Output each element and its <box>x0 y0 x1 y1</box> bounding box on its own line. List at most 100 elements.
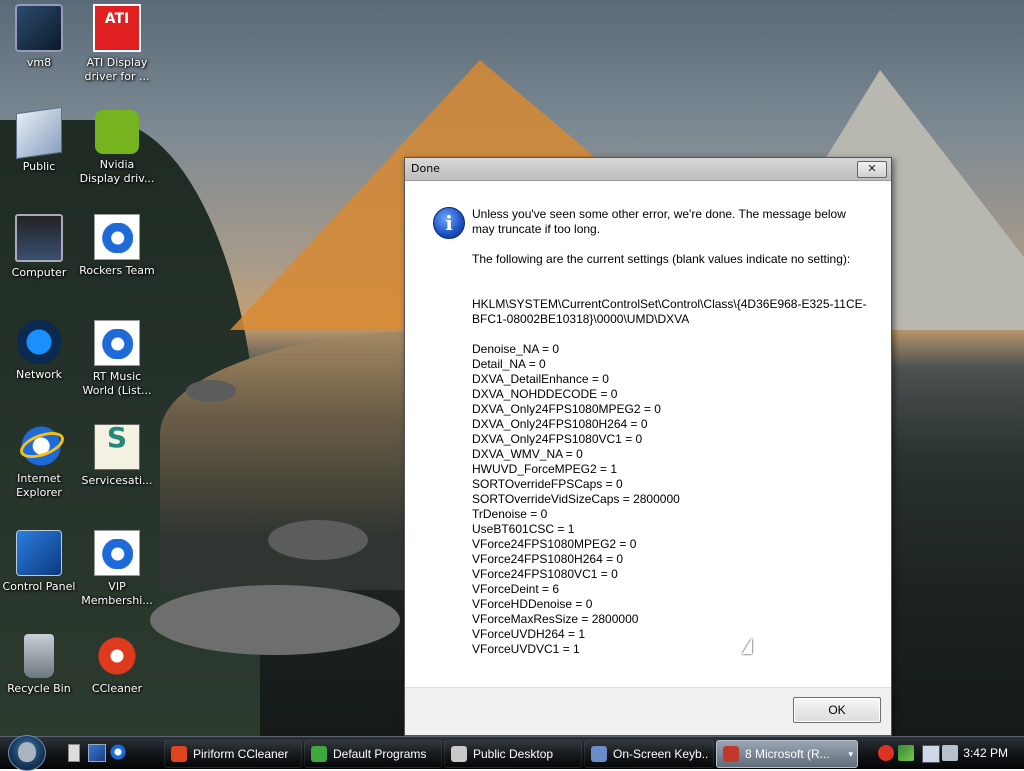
setting-line: VForce24FPS1080H264 = 0 <box>472 552 624 566</box>
clock[interactable]: 3:42 PM <box>963 746 1008 760</box>
setting-line: DXVA_Only24FPS1080MPEG2 = 0 <box>472 402 661 416</box>
desktop-icon-label: Public <box>22 160 56 173</box>
wallpaper-rock <box>186 380 236 402</box>
desktop-icon-computer[interactable]: Computer <box>0 214 78 280</box>
desktop-icon-label: Network <box>16 368 62 381</box>
desktop-icon-label: Servicesati... <box>81 474 153 487</box>
dialog-message: Unless you've seen some other error, we'… <box>472 207 867 657</box>
dialog-titlebar[interactable]: Done ✕ <box>405 158 891 181</box>
system-tray: 3:42 PM <box>864 737 1024 769</box>
show-desktop-icon[interactable] <box>68 744 80 762</box>
desktop-icon-label: Recycle Bin <box>7 682 71 695</box>
message-intro: Unless you've seen some other error, we'… <box>472 207 846 236</box>
taskbar-item-ccleaner[interactable]: Piriform CCleaner <box>164 740 302 768</box>
desktop-icon-vip-membership[interactable]: VIP Membershi... <box>78 530 156 608</box>
computer-icon <box>15 214 63 262</box>
taskbar-item-public-desktop[interactable]: Public Desktop <box>444 740 582 768</box>
desktop-icon-recycle-bin[interactable]: Recycle Bin <box>0 634 78 696</box>
taskbar-item-label: Public Desktop <box>473 747 554 761</box>
nvidia-logo-icon <box>95 110 139 154</box>
control-panel-icon <box>16 530 62 576</box>
switch-windows-icon[interactable] <box>88 744 106 762</box>
ati-logo-icon: ATI <box>93 4 141 52</box>
internet-shortcut-icon <box>94 320 140 366</box>
desktop-icon-label: CCleaner <box>91 682 143 695</box>
desktop-icon-public[interactable]: Public <box>0 106 78 174</box>
internet-explorer-icon <box>17 424 61 468</box>
internet-shortcut-icon <box>94 530 140 576</box>
setting-line: SORTOverrideVidSizeCaps = 2800000 <box>472 492 680 506</box>
ok-button[interactable]: OK <box>793 697 881 723</box>
setting-line: Detail_NA = 0 <box>472 357 546 371</box>
script-file-icon <box>94 424 140 470</box>
volume-muted-icon[interactable] <box>942 745 958 761</box>
setting-line: DXVA_WMV_NA = 0 <box>472 447 583 461</box>
start-button[interactable] <box>8 735 46 771</box>
network-tray-icon[interactable] <box>922 745 940 763</box>
taskbar-item-label: Piriform CCleaner <box>193 747 289 761</box>
vm8-icon <box>15 4 63 52</box>
ccleaner-icon <box>95 634 139 678</box>
setting-line: VForceHDDenoise = 0 <box>472 597 593 611</box>
information-icon: i <box>433 207 465 239</box>
desktop-icon-label: Internet Explorer <box>16 472 62 499</box>
desktop-icon-label: Computer <box>11 266 67 279</box>
setting-line: VForceUVDVC1 = 1 <box>472 642 580 656</box>
desktop-icon-internet-explorer[interactable]: Internet Explorer <box>0 424 78 500</box>
wallpaper-rock <box>150 585 400 655</box>
start-orb-icon <box>18 742 36 762</box>
desktop-icon-label: Rockers Team <box>79 264 155 277</box>
recycle-bin-icon <box>24 634 54 678</box>
setting-line: VForce24FPS1080MPEG2 = 0 <box>472 537 637 551</box>
desktop-icon-rockers-team[interactable]: Rockers Team <box>78 214 156 278</box>
setting-line: DXVA_Only24FPS1080H264 = 0 <box>472 417 648 431</box>
default-programs-icon <box>311 746 327 762</box>
setting-line: DXVA_Only24FPS1080VC1 = 0 <box>472 432 643 446</box>
close-button[interactable]: ✕ <box>857 161 887 178</box>
taskbar-item-default-programs[interactable]: Default Programs <box>304 740 442 768</box>
folder-icon <box>451 746 467 762</box>
internet-explorer-icon[interactable] <box>110 744 126 760</box>
setting-line: Denoise_NA = 0 <box>472 342 560 356</box>
desktop-icon-label: Control Panel <box>2 580 76 593</box>
taskbar: Piriform CCleaner Default Programs Publi… <box>0 735 1024 771</box>
setting-line: VForceDeint = 6 <box>472 582 560 596</box>
registry-path: HKLM\SYSTEM\CurrentControlSet\Control\Cl… <box>472 297 867 326</box>
close-icon: ✕ <box>867 162 877 175</box>
chevron-down-icon: ▾ <box>848 749 853 759</box>
setting-line: VForceMaxResSize = 2800000 <box>472 612 639 626</box>
settings-list: Denoise_NA = 0 Detail_NA = 0 DXVA_DetailEn… <box>472 342 867 657</box>
desktop-icon-label: vm8 <box>26 56 52 69</box>
folder-icon <box>16 106 62 160</box>
taskbar-item-label: Default Programs <box>333 747 427 761</box>
taskbar-item-microsoft-group[interactable]: 8 Microsoft (R... ▾ <box>716 740 858 768</box>
desktop-icon-label: RT Music World (List... <box>82 370 152 397</box>
security-check-icon[interactable] <box>898 745 914 761</box>
setting-line: VForceUVDH264 = 1 <box>472 627 586 641</box>
taskbar-item-on-screen-keyboard[interactable]: On-Screen Keyb... <box>584 740 714 768</box>
desktop-icon-label: VIP Membershi... <box>81 580 153 607</box>
setting-line: DXVA_NOHDDECODE = 0 <box>472 387 618 401</box>
setting-line: TrDenoise = 0 <box>472 507 548 521</box>
done-dialog: Done ✕ i Unless you've seen some other e… <box>404 157 892 736</box>
message-settings-heading: The following are the current settings (… <box>472 252 851 266</box>
desktop-icon-nvidia-display-driver[interactable]: Nvidia Display driv... <box>78 110 156 186</box>
desktop-icon-ati-display-driver[interactable]: ATI ATI Display driver for ... <box>78 4 156 84</box>
desktop-icon-label: ATI Display driver for ... <box>84 56 150 83</box>
taskbar-item-label: On-Screen Keyb... <box>613 747 709 761</box>
network-icon <box>17 320 61 364</box>
error-status-icon[interactable] <box>878 745 894 761</box>
dialog-content: i Unless you've seen some other error, w… <box>405 181 891 688</box>
desktop-icon-ccleaner[interactable]: CCleaner <box>78 634 156 696</box>
desktop-icon-network[interactable]: Network <box>0 320 78 382</box>
desktop-icon-servicesati[interactable]: Servicesati... <box>78 424 156 488</box>
dialog-title: Done <box>411 162 440 175</box>
setting-line: SORTOverrideFPSCaps = 0 <box>472 477 623 491</box>
internet-shortcut-icon <box>94 214 140 260</box>
desktop-icon-vm8[interactable]: vm8 <box>0 4 78 70</box>
wallpaper-rock <box>268 520 368 560</box>
keyboard-icon <box>591 746 607 762</box>
desktop-icon-control-panel[interactable]: Control Panel <box>0 530 78 594</box>
ati-logo-text: ATI <box>104 11 130 27</box>
desktop-icon-rt-music-world[interactable]: RT Music World (List... <box>78 320 156 398</box>
